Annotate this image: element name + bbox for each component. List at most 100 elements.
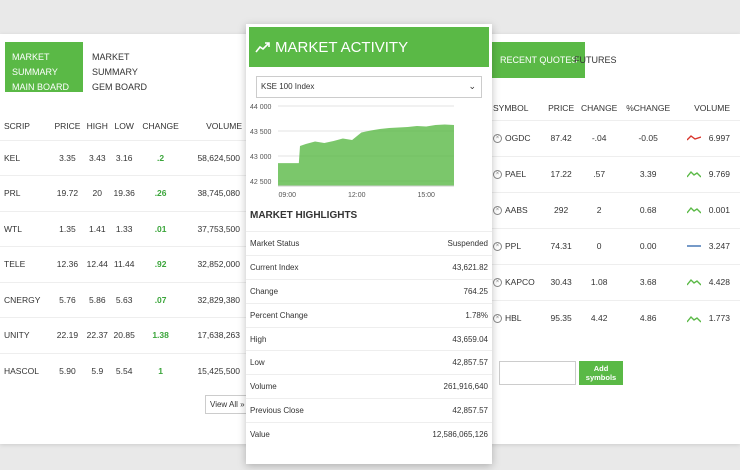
cell-volume: 17,638,263: [183, 317, 250, 353]
quote-row[interactable]: × PAEL 17.22.57 3.39 9.769: [487, 155, 740, 192]
cell-volume: 9.769: [674, 155, 740, 192]
highlight-value: 43,621.82: [371, 254, 492, 280]
cell-symbol: × HBL: [487, 299, 546, 336]
trend-up-icon: [255, 42, 270, 53]
cell-high: 5.86: [83, 281, 111, 318]
cell-volume: 0.001: [674, 191, 740, 228]
remove-symbol-icon[interactable]: ×: [493, 206, 502, 216]
table-row[interactable]: WTL 1.35 1.41 1.33.01 37,753,500: [0, 210, 250, 247]
cell-volume: 15,425,500: [183, 352, 250, 389]
cell-low: 5.54: [110, 352, 138, 389]
add-symbol-input[interactable]: [499, 361, 576, 385]
y-tick-label: 43 000: [250, 154, 272, 161]
cell-price: 5.90: [51, 352, 84, 389]
tab-futures[interactable]: FUTURES: [566, 42, 625, 78]
cell-high: 3.43: [83, 139, 111, 176]
index-area-chart: 44 000 43 500 43 000 42 500 09:00 12:00 15:00: [250, 104, 454, 199]
remove-symbol-icon[interactable]: ×: [493, 242, 502, 252]
symbol-label: OGDC: [505, 132, 531, 143]
cell-scrip: CNERGY: [0, 281, 52, 318]
highlight-row: Current Index 43,621.82: [246, 254, 492, 280]
cell-change: .26: [137, 175, 184, 211]
cell-volume: 1.773: [674, 299, 740, 336]
highlight-value: Suspended: [371, 231, 492, 256]
cell-volume: 32,852,000: [183, 246, 250, 282]
market-highlights-table: Market Status Suspended Current Index 43,62…: [246, 231, 492, 447]
index-select[interactable]: KSE 100 Index ⌄: [256, 76, 482, 98]
cell-scrip: UNITY: [0, 317, 52, 353]
cell-volume: 58,624,500: [183, 139, 250, 176]
cell-price: 12.36: [51, 246, 84, 282]
remove-symbol-icon[interactable]: ×: [493, 278, 502, 288]
cell-price: 22.19: [51, 317, 84, 353]
cell-low: 20.85: [110, 317, 138, 353]
highlight-row: Market Status Suspended: [246, 231, 492, 256]
tab-gem-board[interactable]: MARKET SUMMARY GEM BOARD: [85, 42, 175, 92]
cell-high: 12.44: [83, 246, 111, 282]
volume-value: 4.428: [708, 276, 730, 287]
market-activity-title: MARKET ACTIVITY: [275, 38, 409, 56]
cell-pct: 4.86: [621, 299, 675, 336]
highlight-label: Percent Change: [246, 302, 372, 328]
column-header: PRICE: [54, 120, 81, 131]
table-row[interactable]: KEL 3.35 3.43 3.16.2 58,624,500: [0, 139, 250, 176]
highlight-label: Volume: [246, 374, 372, 399]
highlight-label: Market Status: [246, 231, 372, 256]
cell-change: 1.38: [137, 317, 184, 353]
table-row[interactable]: HASCOL 5.90 5.9 5.54 1 15,425,500: [0, 352, 250, 389]
cell-symbol: × KAPCO: [487, 263, 546, 300]
cell-price: 87.42: [545, 119, 577, 156]
index-select-value: KSE 100 Index: [261, 82, 315, 91]
add-symbols-button[interactable]: Add symbols: [579, 361, 623, 385]
market-activity-header: MARKET ACTIVITY: [249, 27, 489, 67]
column-header: PRICE: [548, 102, 575, 113]
market-summary-tabs: MARKET SUMMARY MAIN BOARD MARKET SUMMARY…: [5, 42, 245, 92]
quote-row[interactable]: × HBL 95.35 4.42 4.86 1.773: [487, 299, 740, 336]
tab-gem-board-line2: GEM BOARD: [92, 82, 148, 92]
x-tick-label: 15:00: [417, 192, 435, 199]
highlight-value: 261,916,640: [371, 374, 492, 399]
volume-value: 9.769: [708, 168, 730, 179]
cell-symbol: × AABS: [487, 191, 546, 228]
remove-symbol-icon[interactable]: ×: [493, 134, 502, 144]
cell-price: 17.22: [545, 155, 577, 192]
sparkline-down-icon: [686, 135, 701, 141]
table-row[interactable]: CNERGY 5.76 5.86 5.63.07 32,829,380: [0, 281, 250, 318]
quote-row[interactable]: × PPL 74.31 0 0.00 3.247: [487, 227, 740, 264]
volume-value: 6.997: [708, 132, 730, 143]
cell-low: 19.36: [110, 175, 138, 211]
remove-symbol-icon[interactable]: ×: [493, 314, 502, 324]
highlight-value: 12,586,065,126: [371, 422, 492, 447]
view-all-button[interactable]: View All »: [205, 395, 250, 414]
quote-row[interactable]: × AABS 292 2 0.68 0.001: [487, 191, 740, 228]
recent-quotes-table: SYMBOL PRICE CHANGE %CHANGE VOLUME × OGDC 87.4…: [487, 96, 740, 336]
highlight-label: Previous Close: [246, 398, 372, 423]
remove-symbol-icon[interactable]: ×: [493, 170, 502, 180]
x-tick-label: 09:00: [278, 192, 296, 199]
quote-row[interactable]: × KAPCO 30.43 1.08 3.68 4.428: [487, 263, 740, 300]
symbol-label: HBL: [505, 313, 522, 324]
table-row[interactable]: UNITY 22.19 22.37 20.85 1.38 17,638,263: [0, 317, 250, 353]
highlight-value: 43,659.04: [371, 326, 492, 351]
cell-scrip: WTL: [0, 210, 52, 247]
market-highlights-title: MARKET HIGHLIGHTS: [250, 210, 358, 221]
highlight-label: Value: [246, 422, 372, 447]
sparkline-flat-icon: [686, 245, 701, 248]
quote-row[interactable]: × OGDC 87.42 -.04 -0.05 6.997: [487, 119, 740, 156]
cell-price: 30.43: [545, 263, 577, 300]
column-header: %CHANGE: [626, 102, 671, 113]
cell-scrip: HASCOL: [0, 352, 52, 389]
market-summary-table: SCRIP PRICE HIGH LOW CHANGE VOLUME KEL 3.35 3.4…: [0, 112, 250, 389]
cell-pct: 3.68: [621, 263, 675, 300]
highlight-label: Current Index: [246, 254, 372, 280]
column-header: HIGH: [86, 120, 108, 131]
table-row[interactable]: TELE 12.36 12.44 11.44.92 32,852,000: [0, 246, 250, 282]
market-summary-panel: MARKET SUMMARY MAIN BOARD MARKET SUMMARY…: [0, 34, 250, 444]
cell-scrip: PRL: [0, 175, 52, 211]
cell-change: .01: [137, 210, 184, 247]
cell-volume: 32,829,380: [183, 281, 250, 318]
tab-main-board[interactable]: MARKET SUMMARY MAIN BOARD: [5, 42, 83, 92]
cell-change: 4.42: [576, 299, 622, 336]
table-row[interactable]: PRL 19.72 20 19.36.26 38,745,080: [0, 175, 250, 211]
highlight-row: Value 12,586,065,126: [246, 422, 492, 447]
